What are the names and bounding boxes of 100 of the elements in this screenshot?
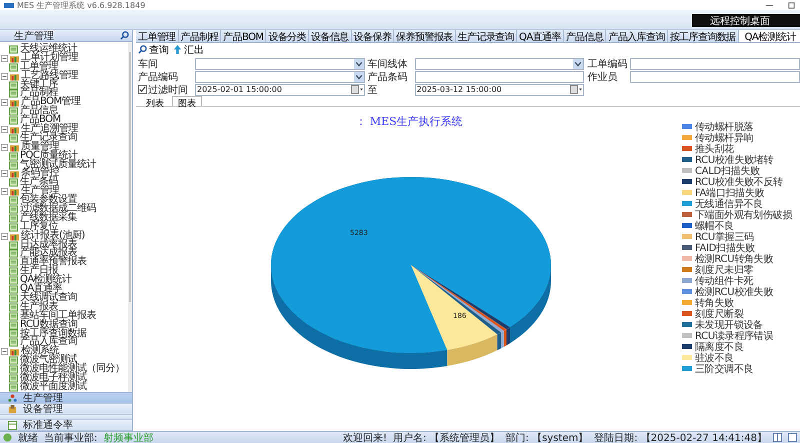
status-text: 部门: 【system】 [506,432,588,443]
tree-item[interactable]: 微波电性能测试（同分） [20,365,124,374]
legend-label: 驻波不良 [695,352,734,364]
status-text: 登陆日期: 【2025-02-27 14:41:48】 [594,432,767,443]
tab[interactable]: QA检测统计 [738,30,800,42]
legend-label: 检测RCU转角失败 [695,252,774,264]
tab[interactable]: 设备保养 [352,30,394,42]
upload-icon [173,45,182,54]
date-field[interactable]: 2025-02-01 15:00:00 [195,84,365,96]
tab[interactable]: QA直通率 [517,30,564,42]
page-icon [9,365,18,374]
window-title: MES 生产管理系统 v6.6.928.1849 [17,0,146,10]
search-icon[interactable] [120,31,129,40]
legend-label: 推头刮花 [695,142,734,154]
tab[interactable]: 设备信息 [309,30,352,42]
tree-item[interactable]: 气密测试质量统计 [20,160,96,170]
field-label: 过滤时间 [148,84,188,96]
page-icon [9,320,18,330]
tab[interactable]: 工单管理 [136,30,179,42]
page-icon [9,134,18,143]
legend-label: FAID扫描失败 [695,241,755,254]
page-icon [9,240,18,250]
tree-item[interactable]: 统计报表(池厨) [21,232,85,241]
legend-label: 传动组件卡死 [695,274,754,286]
status-ok-icon [3,433,12,442]
page-icon [9,258,18,268]
restore-icon[interactable] [787,0,796,10]
field-label: 至 [368,84,379,96]
tab[interactable]: 设备分类 [266,30,310,42]
page-icon [9,338,18,348]
nav-item[interactable]: 生产管理 [0,393,132,404]
tab[interactable]: 产品信息 [564,30,606,42]
date-field[interactable]: 2025-03-12 15:00:00 [414,84,584,96]
collapse-icon[interactable] [1,348,8,356]
collapse-icon[interactable] [1,99,8,106]
legend-label: 螺帽不良 [695,219,734,232]
remote-control-button[interactable]: 远程控制桌面 [692,14,800,27]
chart-title: ： MES生产执行系统 [354,114,464,129]
status-text: 射频事业部 [103,432,154,443]
scrollbar[interactable] [128,42,132,392]
legend-label: 无线通信异不良 [695,198,763,210]
legend-label: 转角失败 [695,296,734,308]
tab[interactable]: 列表 [140,96,170,106]
tree-item[interactable]: 关键工序 [20,80,58,90]
legend-label: 传动螺杆异响 [695,131,754,144]
legend-label: 刻度尺断裂 [695,308,744,320]
tab[interactable]: 保养预警报表 [394,30,456,42]
table-icon [8,420,17,430]
dropdown-field[interactable] [195,58,365,70]
dropdown-arrow-icon [354,58,364,68]
status-text: 欢迎回来! [342,432,387,443]
tab[interactable]: 产品BOM [221,30,266,42]
checkbox[interactable] [138,85,147,94]
collapse-icon[interactable] [1,188,8,196]
input-field[interactable] [414,70,584,82]
input-field[interactable] [630,70,800,82]
status-text: 当前事业部: [44,432,98,443]
collapse-icon[interactable] [1,232,8,240]
collapse-icon[interactable] [1,170,8,178]
collapse-icon[interactable] [1,54,8,62]
dropdown-field[interactable] [414,58,584,70]
tab[interactable]: 图表 [172,96,202,106]
legend-label: 刻度尺未归零 [695,264,754,276]
page-icon [9,204,18,214]
layout-icon[interactable] [773,433,782,442]
page-icon [9,214,18,223]
tab[interactable]: 产品入库查询 [606,30,668,42]
toolbar-button[interactable]: 查询 [138,44,169,55]
search-icon [138,45,147,54]
dropdown-field[interactable] [195,70,365,82]
legend-label: 检测RCU校准失败 [695,285,774,298]
page-icon [9,196,18,206]
tab[interactable]: 产品制程 [178,30,222,42]
field-label: 产品条码 [368,70,409,84]
calendar-icon [570,85,582,94]
nav-item[interactable]: 设备管理 [0,404,132,415]
page-icon [9,222,18,232]
tab[interactable]: 生产记录查询 [456,30,518,42]
tree-item[interactable]: 微波平面度测试 [20,382,86,392]
input-field[interactable] [630,58,800,70]
nav-item[interactable]: 标准通令率 [0,420,132,431]
page-icon [9,302,18,312]
page-icon [9,294,18,303]
collapse-icon[interactable] [1,144,8,151]
page-icon [9,107,18,116]
page-icon [9,267,18,276]
toolbar-button[interactable]: 汇出 [173,44,204,55]
collapse-icon[interactable] [1,72,8,80]
people-icon [8,394,17,402]
page-icon [9,160,18,170]
field-label: 产品编码 [138,70,179,84]
page-icon [9,374,18,383]
legend-label: FA端口扫描失败 [695,186,764,198]
legend-label: RCU读录程序错误 [695,329,774,342]
window-icon[interactable] [788,433,797,442]
tree-item[interactable]: 产线数据采集 [20,214,77,223]
calendar-icon [350,85,363,94]
collapse-icon[interactable] [1,126,8,133]
tree-item[interactable]: 按工序查询数据 [20,330,86,338]
legend-label: 未发现开锁设备 [695,318,763,330]
